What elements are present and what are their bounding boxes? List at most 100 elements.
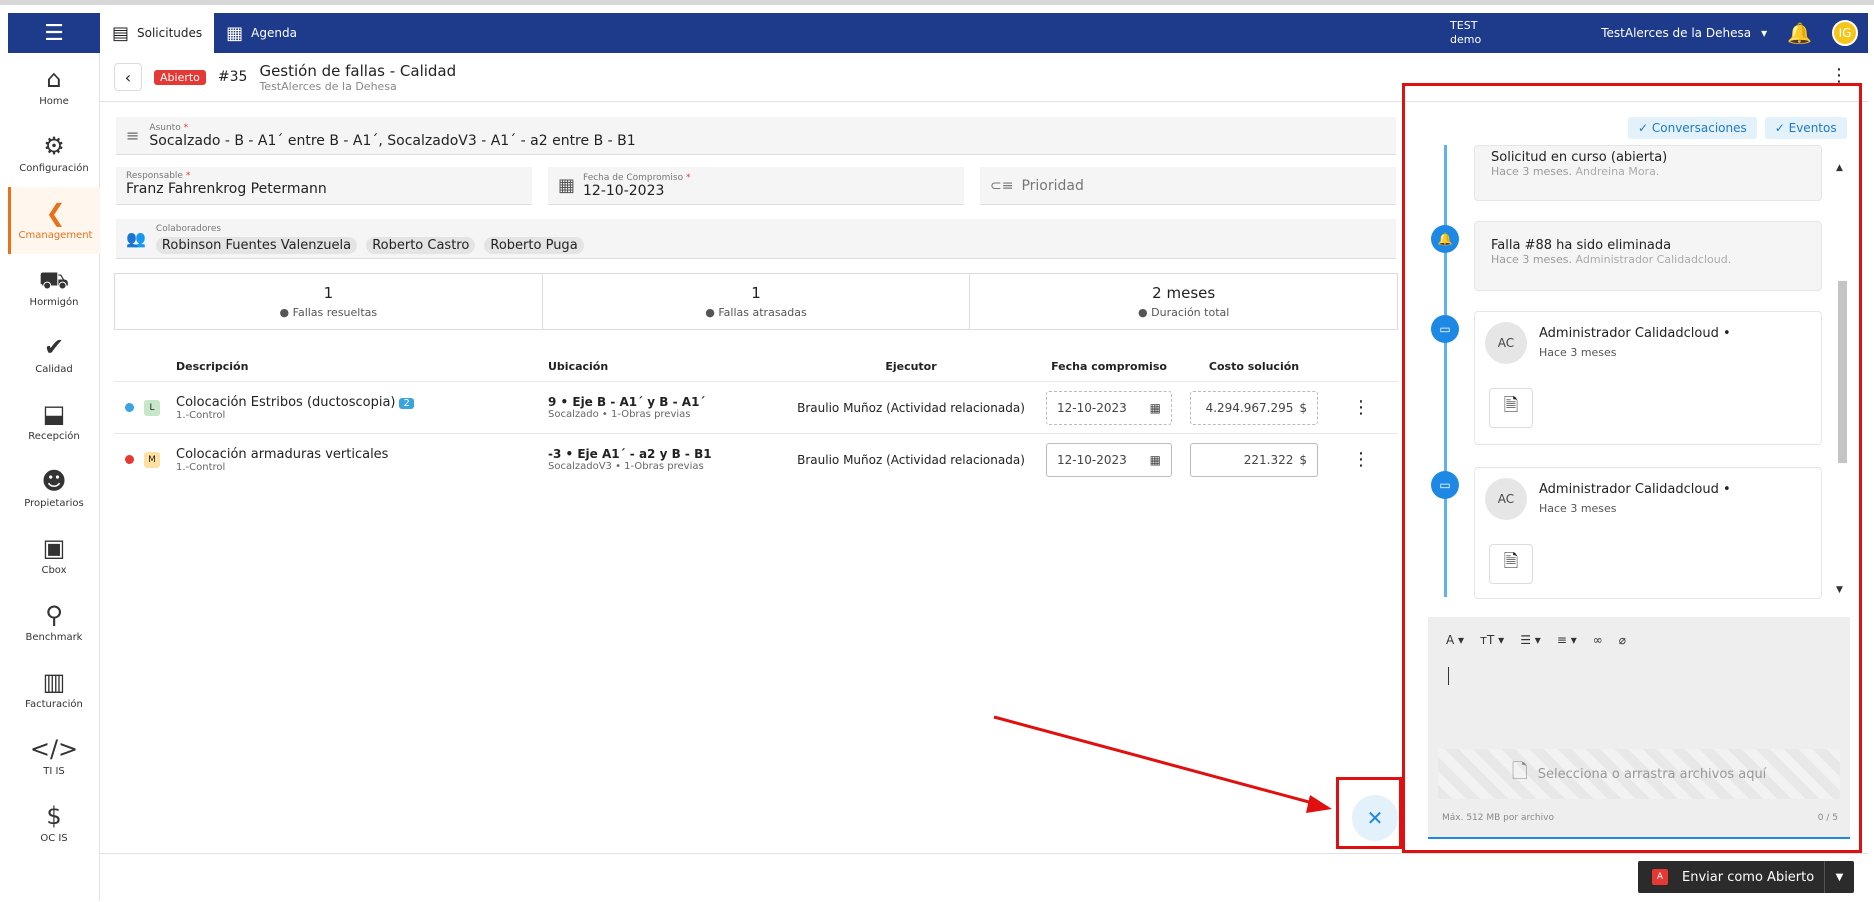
toggle-conversaciones[interactable]: ✓ Conversaciones [1628, 117, 1757, 139]
calendar-icon[interactable]: ▦ [1150, 453, 1161, 467]
table-row[interactable]: L Colocación Estribos (ductoscopia) 2 1.-… [114, 381, 1398, 433]
scroll-up-icon[interactable]: ▲ [1836, 163, 1843, 173]
sidebar-item-calidad[interactable]: ✔ Calidad [8, 321, 100, 388]
desc-text: Colocación armaduras verticales [176, 446, 389, 462]
scroll-down-icon[interactable]: ▼ [1836, 585, 1843, 595]
sidebar-item-cbox[interactable]: ▣ Cbox [8, 522, 100, 589]
priority-icon: ⊂≡ [990, 177, 1014, 194]
sidebar-item-label: Facturación [25, 699, 83, 710]
fecha-value: 12-10-2023 [583, 182, 665, 199]
count-badge: 2 [399, 397, 414, 409]
date-input[interactable]: 12-10-2023 ▦ [1046, 390, 1172, 425]
close-panel-button[interactable]: ✕ [1352, 795, 1398, 841]
bell-icon: 🔔 [1431, 225, 1459, 253]
tab-agenda[interactable]: ▦ Agenda [214, 13, 309, 53]
sidebar-item-propietarios[interactable]: ☻ Propietarios [8, 455, 100, 522]
status-letter: A [1652, 869, 1668, 885]
sidebar-item-cmanagement[interactable]: ❮ Cmanagement [8, 187, 100, 254]
event-meta: Hace 3 meses. Andreina Mora. [1491, 165, 1660, 178]
col-ubicacion[interactable]: Ubicación [548, 360, 788, 373]
field-label: Fecha de Compromiso * [583, 172, 691, 183]
field-label: Asunto * [149, 122, 189, 133]
sidebar-item-label: Cmanagement [18, 230, 93, 241]
text-color-icon[interactable]: A ▾ [1446, 633, 1464, 647]
tab-solicitudes[interactable]: ▤ Solicitudes [100, 13, 215, 53]
send-button[interactable]: A Enviar como Abierto ▼ [1638, 861, 1854, 893]
message-author: Administrador Calidadcloud • [1539, 326, 1731, 341]
stats-bar: 1 ● Fallas resueltas 1 ● Fallas atrasada… [114, 273, 1398, 330]
group-icon: 👥 [126, 229, 146, 248]
attach-icon[interactable]: ⌀ [1619, 633, 1626, 647]
user-avatar[interactable]: IG [1832, 20, 1858, 46]
drop-text: Selecciona o arrastra archivos aquí [1537, 766, 1767, 782]
message-time: Hace 3 meses [1539, 346, 1617, 359]
currency-symbol: $ [1299, 452, 1307, 467]
toggle-eventos[interactable]: ✓ Eventos [1764, 117, 1847, 139]
sidebar-item-hormigon[interactable]: ⛟ Hormigón [8, 254, 100, 321]
col-fecha[interactable]: Fecha compromiso [1034, 360, 1184, 373]
menu-icon[interactable]: ☰ [8, 13, 100, 53]
col-costo[interactable]: Costo solución [1184, 360, 1324, 373]
sidebar-item-label: Benchmark [25, 632, 83, 643]
message-editor[interactable]: A ▾ тT ▾ ☰ ▾ ≡ ▾ ∞ ⌀ 🗋 Selecciona o arra… [1428, 617, 1850, 839]
col-ejecutor[interactable]: Ejecutor [788, 360, 1034, 373]
file-icon[interactable]: 🗎 [1489, 388, 1533, 428]
env-line-2: demo [1450, 33, 1482, 46]
status-dot [124, 403, 134, 412]
colaboradores-field[interactable]: 👥 Colaboradores Robinson Fuentes Valenzu… [116, 219, 1396, 259]
responsable-field[interactable]: Responsable * Franz Fahrenkrog Petermann [116, 167, 532, 205]
wheelbarrow-icon: ⛟ [38, 266, 70, 294]
currency-symbol: $ [1299, 400, 1307, 415]
page-header: ‹ Abierto #35 Gestión de fallas - Calida… [100, 53, 1500, 101]
stat-value: 2 meses [1152, 284, 1216, 302]
calendar-icon[interactable]: ▦ [1150, 401, 1161, 415]
request-number: #35 [217, 69, 248, 85]
tab-label: Solicitudes [137, 26, 203, 40]
sidebar-item-ti-is[interactable]: </> TI IS [8, 723, 100, 790]
table-row[interactable]: M Colocación armaduras verticales 1.-Con… [114, 433, 1398, 485]
company-selector[interactable]: TestAlerces de la Dehesa ▾ [1601, 26, 1767, 40]
sidebar-item-recepcion[interactable]: ⬓ Recepción [8, 388, 100, 455]
date-input[interactable]: 12-10-2023 ▦ [1046, 442, 1172, 477]
home-icon: ⌂ [46, 65, 62, 93]
col-descripcion[interactable]: Descripción [176, 360, 548, 373]
file-drop-zone[interactable]: 🗋 Selecciona o arrastra archivos aquí [1438, 749, 1840, 799]
annotation-arrow [993, 715, 1332, 813]
sidebar-item-configuracion[interactable]: ⚙ Configuración [8, 120, 100, 187]
top-bar: ☰ ▤ Solicitudes ▦ Agenda TEST demo TestA… [8, 13, 1868, 53]
sidebar: ⌂ Home ⚙ Configuración ❮ Cmanagement ⛟ Hormi… [8, 53, 100, 901]
sidebar-item-label: Propietarios [24, 498, 84, 509]
prioridad-field[interactable]: ⊂≡ Prioridad [980, 167, 1396, 205]
row-menu-icon[interactable]: ⋮ [1324, 397, 1398, 418]
sidebar-item-home[interactable]: ⌂ Home [8, 53, 100, 120]
sidebar-item-facturacion[interactable]: ▥ Facturación [8, 656, 100, 723]
sidebar-item-oc-is[interactable]: $ OC IS [8, 790, 100, 857]
asunto-field[interactable]: ≡ Asunto * Socalzado - B - A1´ entre B -… [116, 117, 1396, 155]
responsable-value: Franz Fahrenkrog Petermann [126, 181, 327, 197]
level-badge: M [144, 451, 160, 468]
fecha-compromiso-field[interactable]: ▦ Fecha de Compromiso * 12-10-2023 [548, 167, 964, 205]
font-size-icon[interactable]: тT ▾ [1480, 633, 1504, 647]
link-icon[interactable]: ∞ [1593, 633, 1603, 647]
stat-label: ● Fallas resueltas [279, 306, 378, 319]
collaborator-chip[interactable]: Robinson Fuentes Valenzuela [155, 236, 358, 254]
bell-icon[interactable]: 🔔 [1787, 21, 1812, 45]
cost-input[interactable]: 4.294.967.295 $ [1190, 390, 1318, 425]
collaborator-chip[interactable]: Roberto Castro [366, 236, 476, 254]
location-text: 9 • Eje B - A1´ y B - A1´ [548, 395, 706, 409]
list-icon[interactable]: ≡ ▾ [1557, 633, 1577, 647]
level-badge: L [144, 399, 160, 416]
magnifier-icon: ⚲ [45, 601, 63, 629]
sidebar-item-label: OC IS [40, 833, 68, 844]
collaborator-chip[interactable]: Roberto Puga [484, 236, 584, 254]
align-icon[interactable]: ☰ ▾ [1520, 633, 1541, 647]
back-button[interactable]: ‹ [114, 63, 142, 91]
file-icon[interactable]: 🗎 [1489, 544, 1533, 584]
status-badge: Abierto [154, 69, 206, 85]
cost-input[interactable]: 221.322 $ [1190, 442, 1318, 477]
chevron-down-icon[interactable]: ▼ [1824, 861, 1854, 893]
sidebar-item-benchmark[interactable]: ⚲ Benchmark [8, 589, 100, 656]
scrollbar-thumb[interactable] [1838, 281, 1847, 463]
box-icon: ▣ [42, 534, 66, 562]
row-menu-icon[interactable]: ⋮ [1324, 449, 1398, 470]
